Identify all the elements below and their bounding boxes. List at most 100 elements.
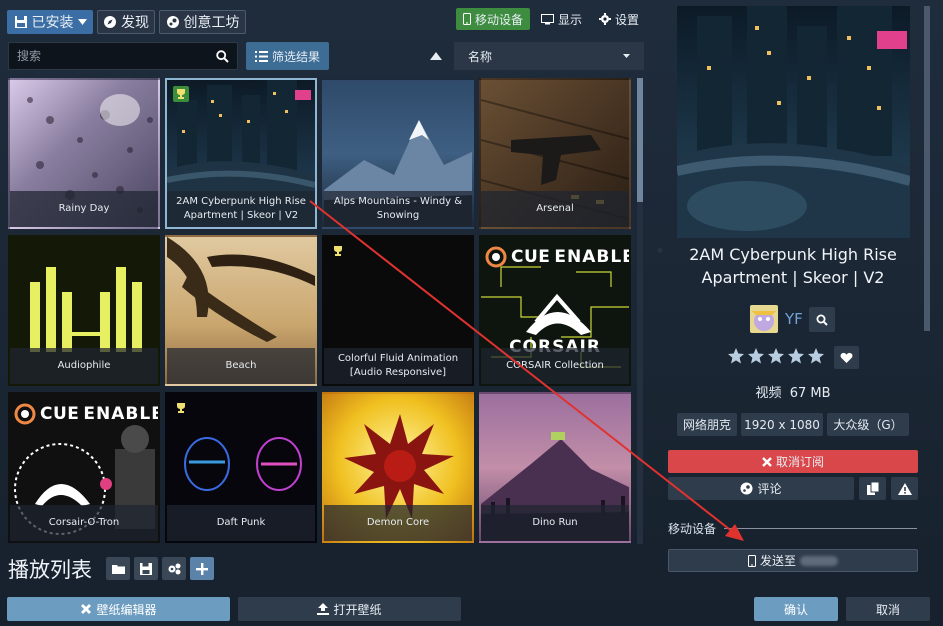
compass-icon: [103, 15, 117, 29]
mobile-device-label: 移动设备: [474, 12, 523, 27]
cue-enabled-badge: CUE ENABLED: [485, 243, 629, 271]
enabled-text: ENABLED: [554, 247, 629, 267]
wallpaper-editor-button[interactable]: 壁纸编辑器: [7, 597, 230, 621]
open-wallpaper-label: 打开壁纸: [333, 602, 382, 617]
trophy-icon: [330, 243, 346, 259]
trophy-icon: [173, 400, 189, 416]
wallpaper-grid: Rainy Day 2AM Cyberpunk High Rise Apartm…: [8, 78, 632, 544]
tile-caption: Beach: [167, 348, 315, 384]
cancel-button[interactable]: 取消: [846, 597, 930, 621]
warning-icon: [897, 482, 912, 495]
tile-caption: Audiophile: [10, 348, 158, 384]
detail-title: 2AM Cyberpunk High Rise Apartment | Skeo…: [689, 245, 897, 287]
discover-label: 发现: [121, 15, 149, 31]
comment-button[interactable]: 评论: [668, 477, 854, 500]
tile-caption: Rainy Day: [10, 191, 158, 227]
unsubscribe-label: 取消订阅: [775, 455, 824, 469]
upload-icon: [317, 603, 330, 615]
tile-caption: Colorful Fluid Animation [Audio Responsi…: [324, 348, 472, 384]
search-input[interactable]: [17, 49, 216, 63]
heart-icon: [840, 352, 853, 364]
wallpaper-tile-alps[interactable]: Alps Mountains - Windy & Snowing: [322, 78, 474, 229]
playlist-add-button[interactable]: [190, 557, 214, 580]
search-box: [8, 42, 238, 70]
rating-stars: [727, 347, 825, 365]
wallpaper-tile-corsair-o-tron[interactable]: CUE ENABLED Corsair-O-Tron: [8, 392, 160, 543]
display-button[interactable]: 显示: [535, 8, 588, 30]
star-icon: [767, 347, 785, 365]
enabled-text: ENABLED: [83, 404, 158, 424]
steam-icon: [166, 15, 180, 29]
filter-label: 筛选结果: [271, 49, 320, 64]
wallpaper-tile-audiophile[interactable]: Audiophile: [8, 235, 160, 386]
grid-scrollbar-thumb[interactable]: [637, 78, 643, 202]
cancel-label: 取消: [875, 602, 900, 617]
plus-icon: [196, 562, 208, 575]
favorite-button[interactable]: [834, 346, 859, 369]
chevron-down-icon: [77, 19, 87, 25]
installed-label: 已安装: [31, 15, 74, 31]
tile-caption: Dino Run: [481, 505, 629, 541]
report-button[interactable]: [891, 477, 918, 500]
tag-resolution[interactable]: 1920 x 1080: [741, 413, 823, 436]
preview-city-art: [677, 6, 910, 238]
author-search-button[interactable]: [809, 307, 835, 332]
installed-tab[interactable]: 已安装: [7, 10, 93, 34]
type-size-text: 视频 67 MB: [755, 386, 831, 401]
star-icon: [787, 347, 805, 365]
tag-cyberpunk[interactable]: 网络朋克: [677, 413, 737, 436]
gear-icon: [598, 13, 611, 25]
trophy-icon: [173, 86, 189, 102]
tile-caption: Alps Mountains - Windy & Snowing: [324, 191, 472, 227]
tag-age-rating[interactable]: 大众级（G）: [827, 413, 909, 436]
sort-select[interactable]: 名称: [454, 42, 644, 70]
mobile-device-button[interactable]: 移动设备: [456, 8, 530, 30]
device-name-redacted: [800, 555, 838, 566]
playlist-settings-button[interactable]: [162, 557, 186, 580]
mobile-section-heading: 移动设备: [668, 522, 717, 536]
detail-scrollbar[interactable]: [924, 6, 930, 331]
grid-scrollbar[interactable]: [637, 78, 643, 544]
copy-button[interactable]: [859, 477, 886, 500]
comment-label: 评论: [757, 482, 782, 496]
copy-icon: [866, 482, 879, 495]
wallpaper-tile-corsair-collection[interactable]: CUE ENABLED CORSAIR CORSAIR Collection: [479, 235, 631, 386]
settings-button[interactable]: 设置: [593, 8, 645, 30]
wallpaper-tile-dino-run[interactable]: Dino Run: [479, 392, 631, 543]
tile-caption: CORSAIR Collection: [481, 348, 629, 384]
ok-button[interactable]: 确认: [754, 597, 838, 621]
tile-caption: Daft Punk: [167, 505, 315, 541]
search-icon[interactable]: [216, 49, 229, 63]
wallpaper-tile-demon-core[interactable]: Demon Core: [322, 392, 474, 543]
star-icon: [747, 347, 765, 365]
workshop-tab[interactable]: 创意工坊: [159, 10, 246, 34]
send-to-device-button[interactable]: 发送至: [668, 549, 918, 572]
wallpaper-tile-colorful-fluid[interactable]: Colorful Fluid Animation [Audio Responsi…: [322, 235, 474, 386]
open-wallpaper-button[interactable]: 打开壁纸: [238, 597, 461, 621]
search-icon: [816, 314, 828, 326]
filter-list-icon: [254, 50, 268, 62]
wallpaper-tile-arsenal[interactable]: Arsenal: [479, 78, 631, 229]
discover-tab[interactable]: 发现: [97, 10, 155, 34]
tile-caption: 2AM Cyberpunk High Rise Apartment | Skeo…: [167, 191, 315, 227]
sort-direction-icon[interactable]: [430, 52, 442, 60]
unsubscribe-button[interactable]: 取消订阅: [668, 450, 918, 473]
playlist-open-folder-button[interactable]: [106, 557, 130, 580]
sort-label: 名称: [468, 49, 493, 64]
wallpaper-tile-daft-punk[interactable]: Daft Punk: [165, 392, 317, 543]
section-divider: [724, 528, 917, 529]
playlist-save-button[interactable]: [134, 557, 158, 580]
cue-enabled-badge: CUE ENABLED: [14, 400, 158, 428]
tile-caption: Corsair-O-Tron: [10, 505, 158, 541]
wallpaper-tile-beach[interactable]: Beach: [165, 235, 317, 386]
wallpaper-tile-cyberpunk[interactable]: 2AM Cyberpunk High Rise Apartment | Skeo…: [165, 78, 317, 229]
author-avatar[interactable]: [750, 305, 778, 333]
phone-icon: [747, 554, 756, 567]
wallpaper-preview: [677, 6, 910, 238]
floppy-icon: [140, 562, 152, 575]
wallpaper-tile-rainy-day[interactable]: Rainy Day: [8, 78, 160, 229]
author-name[interactable]: YF: [785, 310, 803, 328]
playlist-title: 播放列表: [8, 558, 92, 582]
filter-button[interactable]: 筛选结果: [246, 42, 329, 70]
folder-icon: [111, 564, 125, 574]
